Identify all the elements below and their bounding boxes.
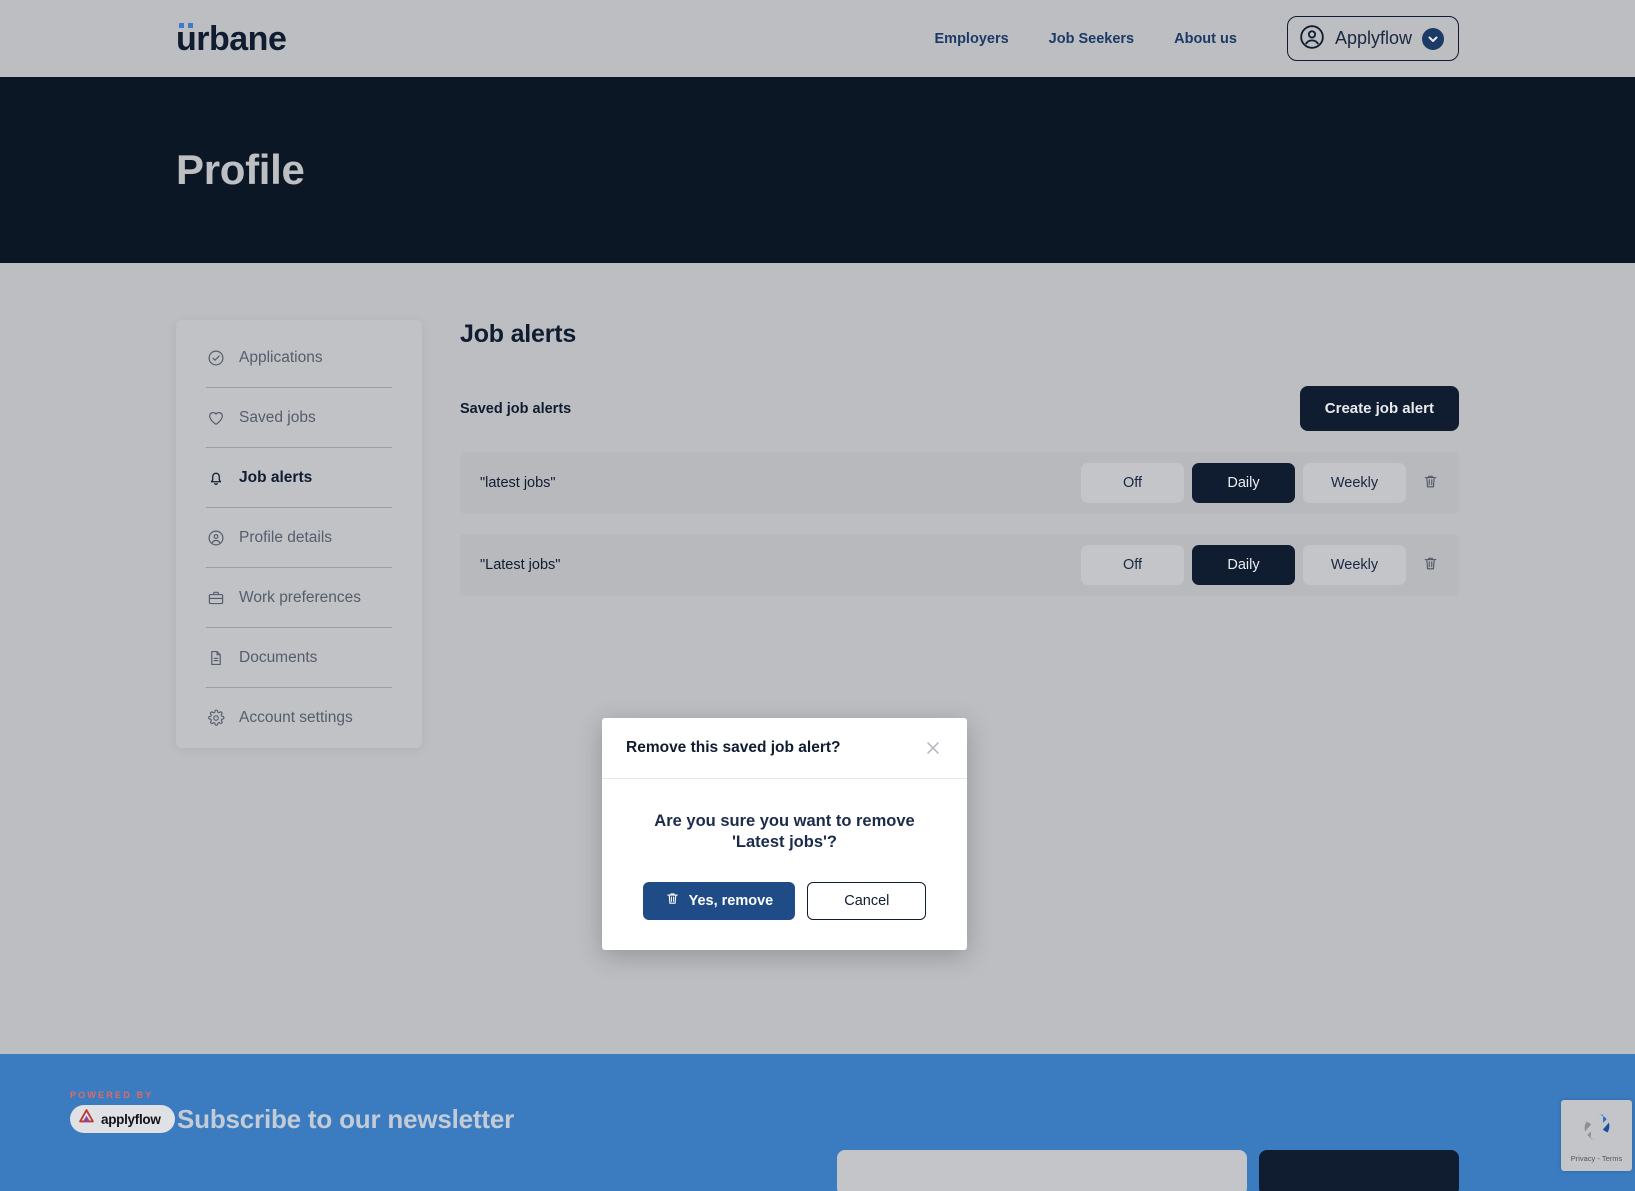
sidebar-item-label: Documents <box>239 648 318 666</box>
sidebar-item-saved-jobs[interactable]: Saved jobs <box>206 388 392 448</box>
close-button[interactable] <box>923 738 943 758</box>
frequency-toggle-group: Off Daily Weekly <box>1081 463 1406 503</box>
saved-alerts-label: Saved job alerts <box>460 400 572 417</box>
section-title: Job alerts <box>460 320 577 348</box>
frequency-option-off[interactable]: Off <box>1081 545 1184 585</box>
page-title: Profile <box>176 146 305 193</box>
job-alert-row: "latest jobs" Off Daily Weekly <box>460 452 1459 514</box>
saved-alerts-header: Saved job alerts Create job alert <box>460 386 1459 431</box>
newsletter-subscribe-button[interactable] <box>1259 1150 1459 1191</box>
powered-by-block: POWERED BY applyflow <box>70 1090 175 1133</box>
delete-job-alert-button[interactable] <box>1422 473 1439 493</box>
site-footer: Subscribe to our newsletter <box>0 1054 1635 1191</box>
user-circle-icon <box>206 528 225 547</box>
sidebar-item-label: Work preferences <box>239 588 362 606</box>
frequency-option-weekly[interactable]: Weekly <box>1303 545 1406 585</box>
newsletter-email-input[interactable] <box>837 1150 1247 1191</box>
sidebar-item-documents[interactable]: Documents <box>206 628 392 688</box>
bell-icon <box>206 468 225 487</box>
heart-icon <box>206 408 225 427</box>
frequency-option-off[interactable]: Off <box>1081 463 1184 503</box>
profile-sidebar: Applications Saved jobs Job alerts Profi… <box>176 320 422 748</box>
briefcase-icon <box>206 588 225 607</box>
cancel-button[interactable]: Cancel <box>807 881 927 920</box>
sidebar-item-label: Job alerts <box>239 468 313 486</box>
delete-job-alert-button[interactable] <box>1422 555 1439 575</box>
frequency-option-daily[interactable]: Daily <box>1192 545 1295 585</box>
close-icon <box>923 742 943 761</box>
confirm-remove-label: Yes, remove <box>688 892 774 909</box>
newsletter-heading: Subscribe to our newsletter <box>177 1104 515 1134</box>
remove-job-alert-modal: Remove this saved job alert? Are you sur… <box>602 718 967 950</box>
job-alert-name: "Latest jobs" <box>480 557 561 573</box>
recaptcha-badge[interactable]: Privacy - Terms <box>1561 1100 1632 1171</box>
powered-by-label: POWERED BY <box>70 1090 154 1100</box>
trash-icon <box>1422 473 1439 493</box>
sidebar-item-account-settings[interactable]: Account settings <box>206 688 392 748</box>
user-menu-button[interactable]: Applyflow <box>1286 16 1459 61</box>
user-menu-label: Applyflow <box>1334 28 1412 48</box>
sidebar-item-label: Profile details <box>239 528 333 546</box>
applyflow-badge[interactable]: applyflow <box>70 1105 175 1133</box>
sidebar-item-label: Saved jobs <box>239 408 316 426</box>
sidebar-item-applications[interactable]: Applications <box>206 328 392 388</box>
site-logo[interactable]: urbane <box>176 22 287 56</box>
applyflow-logo-icon <box>78 1108 95 1130</box>
nav-link-job-seekers[interactable]: Job Seekers <box>1049 31 1134 47</box>
trash-icon <box>665 891 680 910</box>
sidebar-item-job-alerts[interactable]: Job alerts <box>206 448 392 508</box>
sidebar-item-work-preferences[interactable]: Work preferences <box>206 568 392 628</box>
sidebar-item-profile-details[interactable]: Profile details <box>206 508 392 568</box>
nav-link-employers[interactable]: Employers <box>935 31 1009 47</box>
modal-title: Remove this saved job alert? <box>626 739 841 756</box>
trash-icon <box>1422 555 1439 575</box>
umlaut-dots-icon <box>179 22 193 28</box>
page-body: Applications Saved jobs Job alerts Profi… <box>0 263 1635 1054</box>
frequency-toggle-group: Off Daily Weekly <box>1081 545 1406 585</box>
job-alert-name: "latest jobs" <box>480 475 556 491</box>
modal-footer: Yes, remove Cancel <box>602 854 967 950</box>
sidebar-item-label: Applications <box>239 348 323 366</box>
confirm-remove-button[interactable]: Yes, remove <box>642 881 796 920</box>
chevron-down-icon <box>1422 27 1444 50</box>
nav-link-about-us[interactable]: About us <box>1174 31 1237 47</box>
modal-message: Are you sure you want to remove 'Latest … <box>654 812 915 852</box>
newsletter-form <box>837 1150 1459 1191</box>
modal-header: Remove this saved job alert? <box>602 718 967 779</box>
user-circle-icon <box>1299 24 1325 53</box>
frequency-option-weekly[interactable]: Weekly <box>1303 463 1406 503</box>
check-circle-icon <box>206 348 225 367</box>
primary-nav: Employers Job Seekers About us Applyflow <box>935 16 1459 61</box>
document-icon <box>206 648 225 667</box>
site-header: urbane Employers Job Seekers About us Ap… <box>0 0 1635 77</box>
gear-icon <box>206 709 225 728</box>
applyflow-brand-text: applyflow <box>101 1111 161 1127</box>
page-hero: Profile <box>0 77 1635 263</box>
sidebar-item-label: Account settings <box>239 709 353 726</box>
job-alert-row: "Latest jobs" Off Daily Weekly <box>460 534 1459 596</box>
frequency-option-daily[interactable]: Daily <box>1192 463 1295 503</box>
recaptcha-icon <box>1578 1108 1616 1151</box>
recaptcha-text: Privacy - Terms <box>1570 1154 1623 1163</box>
create-job-alert-button[interactable]: Create job alert <box>1299 386 1459 431</box>
modal-body: Are you sure you want to remove 'Latest … <box>602 779 967 854</box>
